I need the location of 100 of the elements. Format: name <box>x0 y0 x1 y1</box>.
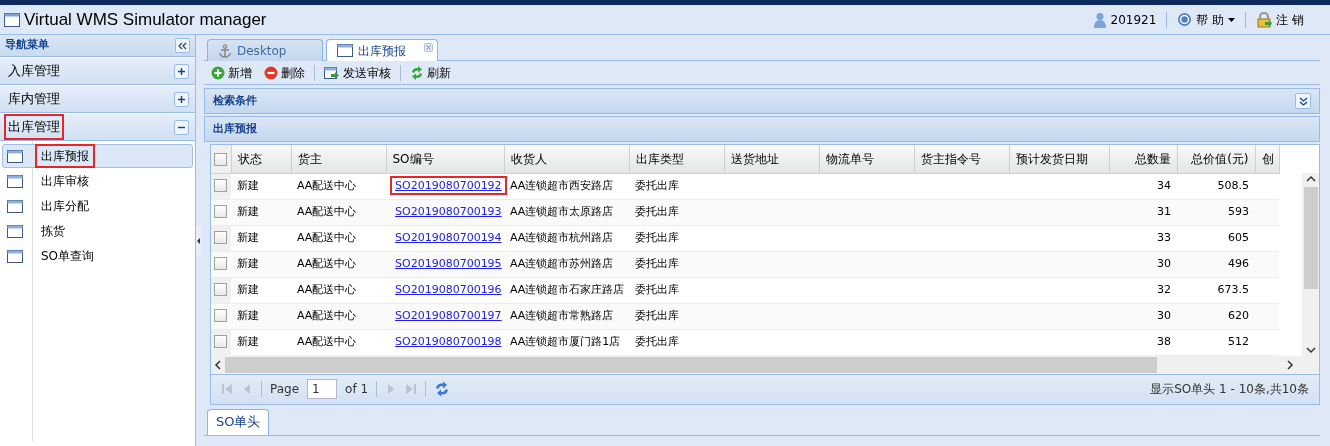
table-cell: 委托出库 <box>635 334 679 348</box>
checkbox[interactable] <box>214 309 227 323</box>
logout-button[interactable]: 注 销 <box>1250 10 1310 29</box>
table-cell: 新建 <box>237 334 259 348</box>
first-page-icon[interactable] <box>221 382 233 396</box>
nav-item[interactable]: 出库预报 <box>2 144 193 168</box>
checkbox[interactable] <box>214 179 227 193</box>
scrollbar-thumb[interactable] <box>1303 187 1318 289</box>
column-header[interactable]: SO编号 <box>386 145 504 173</box>
table-cell: 38 <box>1157 334 1171 348</box>
page-input[interactable]: 1 <box>307 379 338 399</box>
expand-button[interactable] <box>1295 93 1311 109</box>
last-page-icon[interactable] <box>405 382 418 396</box>
column-header[interactable]: 货主 <box>291 145 386 173</box>
column-header[interactable]: 状态 <box>231 145 291 173</box>
table-cell: 31 <box>1157 204 1171 218</box>
refresh-icon[interactable] <box>434 381 451 397</box>
table-cell: AA配送中心 <box>297 178 357 192</box>
table-cell: 34 <box>1157 178 1171 192</box>
help-button[interactable]: 帮 助 <box>1171 10 1242 29</box>
window-title: Virtual WMS Simulator manager <box>24 8 267 31</box>
table-cell: AA连锁超市厦门路1店 <box>510 334 621 348</box>
table-cell: 委托出库 <box>635 256 679 270</box>
table-cell: 新建 <box>237 308 259 322</box>
scrollbar-thumb[interactable] <box>225 356 1157 373</box>
checkbox[interactable] <box>214 335 227 349</box>
table-cell: AA配送中心 <box>297 282 357 296</box>
column-header[interactable]: 预计发货日期 <box>1009 145 1109 173</box>
expand-button[interactable] <box>174 91 189 107</box>
table-cell: AA配送中心 <box>297 308 357 322</box>
table-cell: 30 <box>1157 308 1171 322</box>
page-label: Page <box>270 381 300 398</box>
column-header[interactable]: 总价值(元) <box>1177 145 1255 173</box>
collapse-handle-icon[interactable] <box>196 225 201 256</box>
nav-item[interactable]: 出库审核 <box>2 169 193 193</box>
checkbox[interactable] <box>214 231 227 245</box>
panel-title: 检索条件 <box>213 92 257 109</box>
table-cell: AA连锁超市太原路店 <box>510 204 614 218</box>
toolbar-button[interactable]: 删除 <box>261 63 308 82</box>
toolbar-button[interactable]: 新增 <box>208 63 255 82</box>
caret-icon <box>1228 17 1236 22</box>
plus-icon <box>177 94 186 104</box>
checkbox[interactable] <box>214 257 227 271</box>
page-icon <box>7 199 23 213</box>
table-cell: 673.5 <box>1217 282 1249 296</box>
table-cell: AA配送中心 <box>297 230 357 244</box>
plus-icon <box>211 65 225 80</box>
table-cell: 512 <box>1228 334 1249 348</box>
collapse-button[interactable] <box>174 119 189 135</box>
column-header[interactable]: 收货人 <box>504 145 629 173</box>
nav-item[interactable]: 拣货 <box>2 219 193 243</box>
page-icon <box>7 174 23 188</box>
refresh-icon <box>410 65 424 80</box>
table-cell: 委托出库 <box>635 204 679 218</box>
tab[interactable]: 出库预报 <box>326 39 438 61</box>
user-button[interactable]: 201921 <box>1086 10 1163 29</box>
column-header[interactable]: 物流单号 <box>819 145 914 173</box>
table-cell: AA配送中心 <box>297 334 357 348</box>
table-cell: AA连锁超市苏州路店 <box>510 256 614 270</box>
page-count: of 1 <box>345 381 369 398</box>
so-number-link[interactable]: SO2019080700192 <box>392 177 505 193</box>
column-header[interactable]: 创 <box>1255 145 1279 173</box>
tab[interactable]: Desktop <box>207 39 323 61</box>
so-number-link[interactable]: SO2019080700196 <box>392 281 505 297</box>
window-icon <box>4 12 20 27</box>
plus-icon <box>177 66 186 76</box>
table-cell: 委托出库 <box>635 178 679 192</box>
minus-icon <box>264 65 278 80</box>
double-chevron-down-icon <box>1298 96 1308 106</box>
nav-item[interactable]: 出库分配 <box>2 194 193 218</box>
collapse-button[interactable] <box>175 38 190 53</box>
so-number-link[interactable]: SO2019080700198 <box>392 333 505 349</box>
paging-summary: 显示SO单头 1 - 10条,共10条 <box>1150 381 1309 398</box>
table-cell: AA连锁超市杭州路店 <box>510 230 614 244</box>
toolbar-button[interactable]: 刷新 <box>407 63 454 82</box>
table-cell: 新建 <box>237 204 259 218</box>
table-cell: 新建 <box>237 282 259 296</box>
column-header[interactable]: 货主指令号 <box>914 145 1009 173</box>
table-cell: 593 <box>1228 204 1249 218</box>
table-cell: AA配送中心 <box>297 256 357 270</box>
table-cell: AA连锁超市常熟路店 <box>510 308 614 322</box>
column-header[interactable]: 总数量 <box>1109 145 1177 173</box>
sidebar-title: 导航菜单 <box>5 37 49 54</box>
table-cell: 620 <box>1228 308 1249 322</box>
so-number-link[interactable]: SO2019080700194 <box>392 229 505 245</box>
checkbox[interactable] <box>214 152 227 166</box>
padlock-icon <box>1256 11 1273 28</box>
anchor-icon <box>218 43 232 58</box>
table-cell: 新建 <box>237 178 259 192</box>
tab[interactable]: SO单头 <box>207 408 270 435</box>
toolbar-button[interactable]: 发送审核 <box>321 63 394 82</box>
column-header[interactable]: 送货地址 <box>724 145 819 173</box>
table-cell: AA连锁超市石家庄路店 <box>510 282 625 296</box>
close-icon[interactable] <box>424 43 433 52</box>
checkbox[interactable] <box>214 283 227 297</box>
checkbox[interactable] <box>214 205 227 219</box>
expand-button[interactable] <box>174 63 189 79</box>
column-header[interactable]: 出库类型 <box>629 145 724 173</box>
user-icon <box>1092 11 1107 28</box>
nav-item[interactable]: SO单查询 <box>2 244 193 268</box>
